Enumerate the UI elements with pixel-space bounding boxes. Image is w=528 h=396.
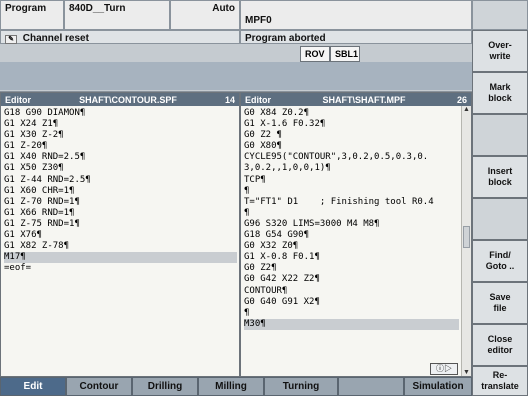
- rov-tag: ROV: [300, 46, 330, 62]
- code-line[interactable]: G1 Z-20¶: [4, 141, 237, 152]
- code-line[interactable]: G1 X66 RND=1¶: [4, 208, 237, 219]
- softkey-empty-5[interactable]: [472, 198, 528, 240]
- code-line[interactable]: ¶: [244, 308, 459, 319]
- channel-status: ✎ Channel reset: [0, 30, 240, 44]
- editor-left-lines: 14: [224, 94, 235, 105]
- code-line[interactable]: G0 X84 Z0.2¶: [244, 108, 459, 119]
- scroll-down-icon[interactable]: ▼: [462, 369, 471, 376]
- code-line[interactable]: G0 X32 Z0¶: [244, 241, 459, 252]
- softkey-overwrite[interactable]: Over- write: [472, 30, 528, 72]
- code-line[interactable]: G1 X60 CHR=1¶: [4, 186, 237, 197]
- code-line[interactable]: G1 Z-75 RND=1¶: [4, 219, 237, 230]
- status-blue-band: [0, 62, 472, 90]
- code-line[interactable]: G0 Z2¶: [244, 263, 459, 274]
- editor-right-path: SHAFT\SHAFT.MPF: [322, 94, 406, 105]
- editor-left[interactable]: Editor SHAFT\CONTOUR.SPF 14 G18 G90 DIAM…: [0, 92, 240, 377]
- softkey-insert-block[interactable]: Insert block: [472, 156, 528, 198]
- code-line[interactable]: G0 G40 G91 X2¶: [244, 297, 459, 308]
- channel-status-text: Channel reset: [22, 33, 89, 44]
- softkey-edit[interactable]: Edit: [0, 377, 66, 396]
- code-line[interactable]: G1 Z-70 RND=1¶: [4, 197, 237, 208]
- softkey-close-editor[interactable]: Close editor: [472, 324, 528, 366]
- code-line[interactable]: M17¶: [4, 252, 237, 264]
- code-line[interactable]: 3,0.2,,1,0,0,1)¶: [244, 163, 459, 174]
- code-line[interactable]: G18 G54 G90¶: [244, 230, 459, 241]
- machine-name: 840D__Turn: [64, 0, 170, 30]
- code-line[interactable]: ¶: [244, 208, 459, 219]
- editor-right-scrollbar[interactable]: ▲ ▼: [461, 106, 471, 376]
- editor-right-code[interactable]: G0 X84 Z0.2¶ G1 X-1.6 F0.32¶ G0 Z2 ¶ G0 X80…: [241, 106, 471, 330]
- code-line[interactable]: G1 X50 Z30¶: [4, 163, 237, 174]
- code-line[interactable]: G1 X40 RND=2.5¶: [4, 152, 237, 163]
- scroll-thumb[interactable]: [463, 226, 470, 248]
- code-line[interactable]: G1 X76¶: [4, 230, 237, 241]
- softkey-drilling[interactable]: Drilling: [132, 377, 198, 396]
- code-line[interactable]: CYCLE95("CONTOUR",3,0.2,0.5,0.3,0.: [244, 152, 459, 163]
- code-line[interactable]: G1 X-0.8 F0.1¶: [244, 252, 459, 263]
- softkey-retranslate[interactable]: Re- translate: [472, 366, 528, 396]
- program-name: MPF0: [240, 0, 472, 30]
- softkey-contour[interactable]: Contour: [66, 377, 132, 396]
- code-line[interactable]: ¶: [244, 186, 459, 197]
- sbl-tag: SBL1: [330, 46, 360, 62]
- editor-right-lines: 26: [456, 94, 467, 105]
- editor-left-titlebar: Editor SHAFT\CONTOUR.SPF 14: [1, 93, 239, 106]
- softkey-find-goto[interactable]: Find/ Goto ..: [472, 240, 528, 282]
- pencil-icon: ✎: [5, 35, 17, 44]
- code-line[interactable]: G0 X80¶: [244, 141, 459, 152]
- softkey-mark-block[interactable]: Mark block: [472, 72, 528, 114]
- editor-left-path: SHAFT\CONTOUR.SPF: [79, 94, 177, 105]
- code-line[interactable]: G1 Z-44 RND=2.5¶: [4, 175, 237, 186]
- code-line[interactable]: T="FT1" D1 ; Finishing tool R0.4: [244, 197, 459, 208]
- code-line[interactable]: =eof=: [4, 263, 237, 274]
- scroll-up-icon[interactable]: ▲: [462, 106, 471, 113]
- code-line[interactable]: G96 S320 LIMS=3000 M4 M8¶: [244, 219, 459, 230]
- code-line[interactable]: G1 X-1.6 F0.32¶: [244, 119, 459, 130]
- editor-right-title: Editor: [245, 94, 271, 105]
- code-line[interactable]: G18 G90 DIAMON¶: [4, 108, 237, 119]
- softkey-empty-bottom[interactable]: [338, 377, 404, 396]
- softkey-simulation[interactable]: Simulation: [404, 377, 472, 396]
- code-line[interactable]: TCP¶: [244, 175, 459, 186]
- softkey-save-file[interactable]: Save file: [472, 282, 528, 324]
- mode-indicator: Auto: [170, 0, 240, 30]
- softkey-turning[interactable]: Turning: [264, 377, 338, 396]
- editor-left-code[interactable]: G18 G90 DIAMON¶ G1 X24 Z1¶ G1 X30 Z-2¶ G1 Z…: [1, 106, 239, 274]
- code-line[interactable]: G0 G42 X22 Z2¶: [244, 274, 459, 285]
- program-name-text: MPF0: [245, 15, 272, 26]
- editor-right-titlebar: Editor SHAFT\SHAFT.MPF 26: [241, 93, 471, 106]
- code-line[interactable]: G0 Z2 ¶: [244, 130, 459, 141]
- info-next-icon[interactable]: ⓘ▷: [430, 363, 458, 375]
- code-line[interactable]: M30¶: [244, 318, 459, 330]
- header-right-blank: [472, 0, 528, 30]
- code-line[interactable]: G1 X82 Z-78¶: [4, 241, 237, 252]
- code-line[interactable]: G1 X30 Z-2¶: [4, 130, 237, 141]
- editor-left-title: Editor: [5, 94, 31, 105]
- softkey-empty-3[interactable]: [472, 114, 528, 156]
- code-line[interactable]: G1 X24 Z1¶: [4, 119, 237, 130]
- editor-right[interactable]: Editor SHAFT\SHAFT.MPF 26 G0 X84 Z0.2¶ G1…: [240, 92, 472, 377]
- code-line[interactable]: CONTOUR¶: [244, 286, 459, 297]
- program-status: Program aborted: [240, 30, 472, 44]
- program-label: Program: [0, 0, 64, 30]
- softkey-milling[interactable]: Milling: [198, 377, 264, 396]
